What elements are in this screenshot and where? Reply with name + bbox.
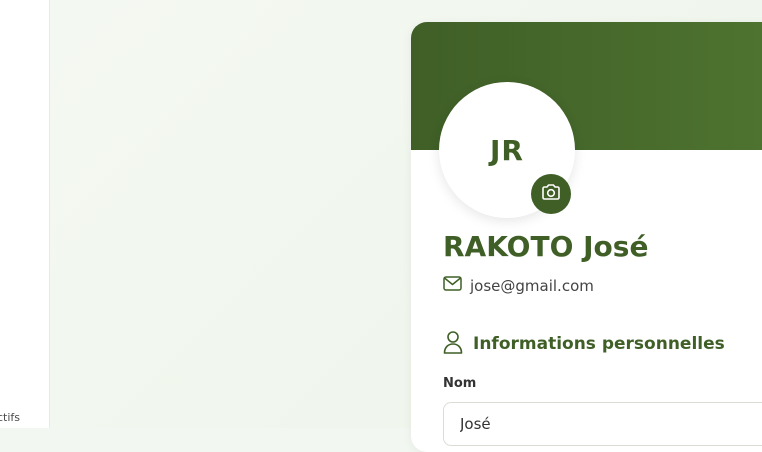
- camera-icon: [541, 183, 561, 205]
- sidebar-footer-text: ctifs: [0, 411, 21, 424]
- sidebar: ctifs: [0, 0, 50, 428]
- user-name: RAKOTO José: [443, 230, 649, 263]
- email-row: jose@gmail.com: [443, 276, 594, 295]
- nom-input[interactable]: [443, 402, 762, 446]
- change-photo-button[interactable]: [531, 174, 571, 214]
- user-email: jose@gmail.com: [470, 276, 594, 295]
- section-header-personal-info: Informations personnelles: [443, 330, 725, 358]
- profile-card: JR RAKOTO José jose@gmail.com Informatio…: [411, 22, 762, 452]
- nom-label: Nom: [443, 376, 477, 391]
- mail-icon: [443, 276, 462, 295]
- section-title: Informations personnelles: [473, 334, 725, 354]
- avatar-initials: JR: [490, 133, 524, 167]
- user-icon: [443, 330, 463, 358]
